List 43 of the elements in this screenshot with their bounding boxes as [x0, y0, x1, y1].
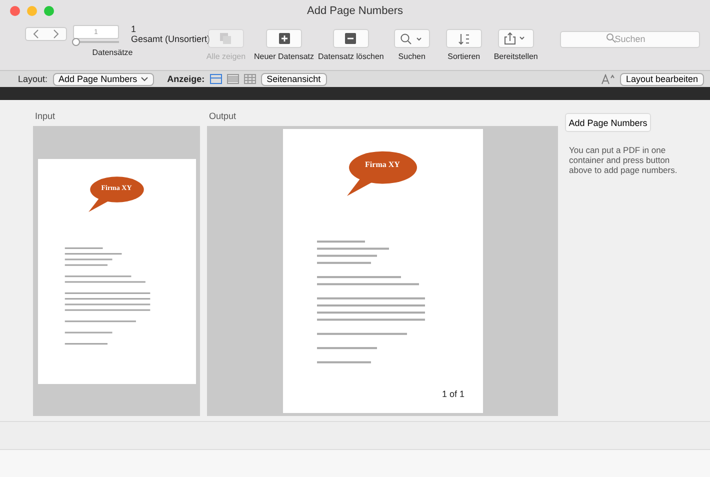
- help-text: You can put a PDF in one container and press button above to add page numbers.: [569, 145, 678, 175]
- close-icon[interactable]: [10, 6, 20, 16]
- found-count: 1: [131, 24, 138, 34]
- chevron-down-icon: [141, 76, 148, 82]
- form-view-icon[interactable]: [210, 74, 222, 84]
- showall-button[interactable]: [208, 29, 244, 48]
- logo-text: Firma XY: [364, 160, 401, 170]
- plus-icon: [278, 33, 290, 44]
- panel-label: Input: [35, 111, 56, 121]
- button-label: Sortieren: [448, 52, 480, 61]
- view-label: Anzeige:: [167, 74, 205, 84]
- font-size-icon[interactable]: [600, 74, 615, 84]
- search-icon: [400, 32, 424, 44]
- minus-icon: [345, 33, 356, 44]
- navigation-buttons[interactable]: [25, 27, 67, 41]
- button-label: Alle zeigen: [206, 52, 246, 61]
- delete-button[interactable]: [332, 29, 369, 48]
- edit-layout-button[interactable]: Layout bearbeiten: [620, 72, 704, 86]
- sort-status: Gesamt (Unsortiert): [131, 34, 210, 44]
- search-field[interactable]: Suchen: [560, 30, 700, 48]
- share-button[interactable]: [498, 29, 534, 48]
- layout-label: Layout:: [18, 74, 48, 84]
- search-button[interactable]: [394, 29, 430, 48]
- stack-icon: [220, 32, 232, 44]
- window-title: Add Page Numbers: [307, 5, 403, 17]
- add-button[interactable]: [266, 29, 302, 48]
- maximize-icon[interactable]: [44, 6, 54, 16]
- records-label: Datensätze: [92, 48, 133, 57]
- button-label: Datensatz löschen: [318, 52, 384, 61]
- sort-button[interactable]: [446, 29, 482, 48]
- button-label: Bereitstellen: [494, 52, 538, 61]
- panel-label: Output: [209, 111, 238, 121]
- list-view-icon[interactable]: [226, 74, 239, 84]
- add-page-numbers-button[interactable]: Add Page Numbers: [565, 113, 651, 132]
- button-label: Neuer Datensatz: [254, 52, 314, 61]
- page-number: 1 of 1: [442, 389, 464, 399]
- search-icon: [606, 33, 616, 43]
- table-view-icon[interactable]: [244, 74, 256, 84]
- page-view-button[interactable]: Seitenansicht: [260, 72, 327, 86]
- layout-dropdown[interactable]: Add Page Numbers: [52, 72, 154, 86]
- output-container[interactable]: Firma XY 1 of 1: [207, 126, 558, 416]
- button-label: Suchen: [398, 52, 426, 61]
- sort-icon: [458, 32, 470, 44]
